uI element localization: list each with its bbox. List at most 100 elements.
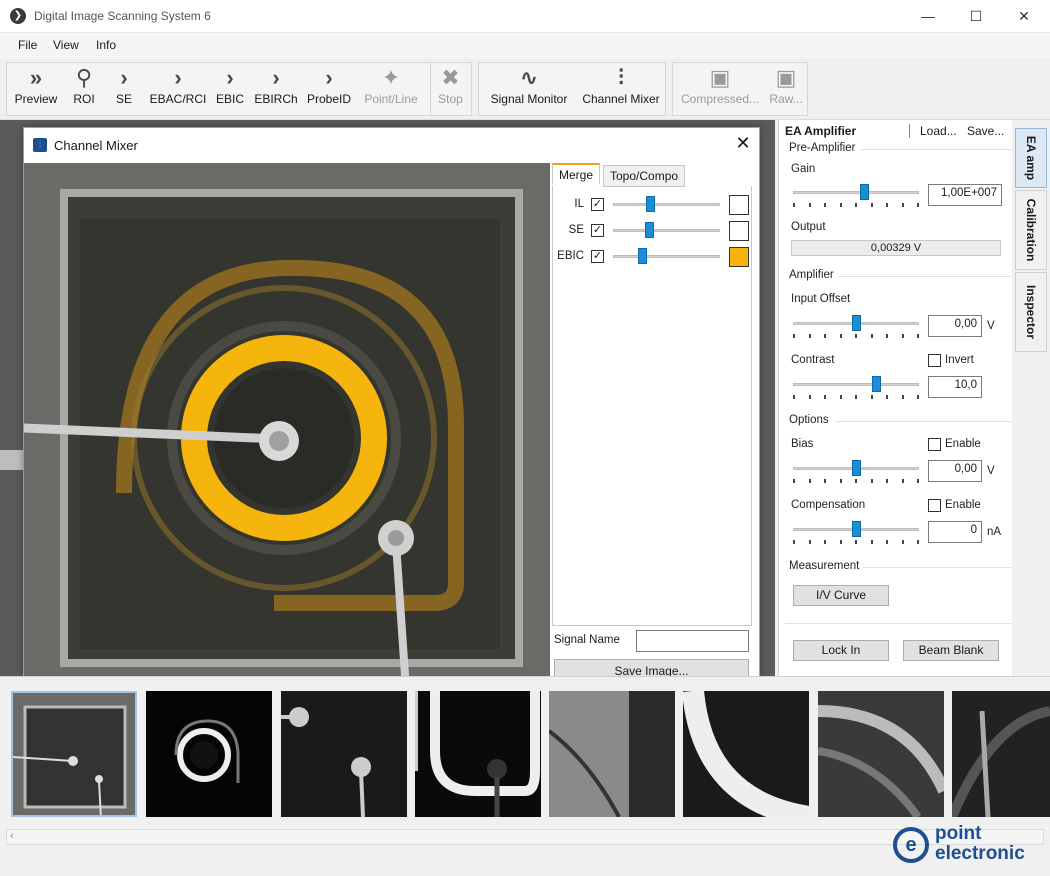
contrast-slider-thumb[interactable] [872,376,882,392]
invert-label: Invert [945,354,974,366]
channel-slider-il[interactable] [613,203,720,206]
stop-button[interactable]: ✖ Stop [430,62,470,116]
point-electronic-logo-icon: e [893,827,929,863]
side-tab-calibration[interactable]: Calibration [1015,190,1047,270]
channel-slider-thumb-ebic[interactable] [637,248,647,264]
chevron-icon: › [272,65,280,90]
lock-in-button[interactable]: Lock In [793,640,889,661]
input-offset-slider-thumb[interactable] [852,315,861,331]
close-button[interactable]: ✕ [1001,0,1047,32]
slider-tick [839,395,842,399]
thumbnail-item[interactable] [683,691,809,817]
bias-slider-thumb[interactable] [852,460,861,476]
channel-mixer-window: ⫶ Channel Mixer ✕ Merge Topo/Compo IL ✓ … [23,127,760,690]
slider-tick [886,479,888,483]
slider-tick [808,479,811,483]
channel-checkbox-se[interactable]: ✓ [591,224,604,237]
ebirch-button[interactable]: › EBIRCh [252,62,300,116]
bias-enable-checkbox[interactable] [928,438,941,451]
iv-curve-button[interactable]: I/V Curve [793,585,889,606]
section-divider [839,276,1011,277]
channel-color-ebic[interactable] [729,247,749,267]
menu-info[interactable]: Info [96,38,116,52]
signal-monitor-button[interactable]: ∿ Signal Monitor [484,62,574,116]
slider-tick [917,540,919,544]
gain-value-field[interactable]: 1,00E+007 [928,184,1002,206]
gain-label: Gain [791,163,816,175]
signal-name-input[interactable] [636,630,749,652]
channel-mixer-button[interactable]: ⫶ Channel Mixer [578,62,664,116]
thumbnail-item[interactable] [146,691,272,817]
channel-slider-thumb-il[interactable] [646,196,656,212]
bias-field[interactable]: 0,00 [928,460,982,482]
mixer-title: Channel Mixer [54,138,138,153]
channel-checkbox-ebic[interactable]: ✓ [591,250,604,263]
save-raw-button[interactable]: ▣ Raw... [766,62,806,116]
merged-preview-image[interactable] [24,163,550,690]
scroll-left-arrow-icon[interactable]: ‹ [10,830,14,842]
slider-tick [901,395,904,399]
thumbnail-item[interactable] [281,691,407,817]
compensation-field[interactable]: 0 [928,521,982,543]
side-tab-inspector[interactable]: Inspector [1015,272,1047,352]
app-icon: ❯ [10,8,26,24]
ebac-rci-button[interactable]: › EBAC/RCI [146,62,210,116]
channel-slider-thumb-se[interactable] [645,222,655,238]
channel-slider-se[interactable] [613,229,720,232]
section-divider [785,623,1011,624]
contrast-label: Contrast [791,354,835,366]
mixer-close-button[interactable]: ✕ [732,132,754,154]
save-compressed-button[interactable]: ▣ Compressed... [678,62,762,116]
invert-checkbox[interactable] [928,354,941,367]
bias-enable-label: Enable [945,438,981,450]
gain-slider[interactable] [793,191,919,194]
thumbnail-item[interactable] [415,691,541,817]
save-link[interactable]: Save... [967,124,1004,138]
slider-tick [917,479,919,483]
se-button[interactable]: › SE [106,62,142,116]
compensation-enable-checkbox[interactable] [928,499,941,512]
compensation-slider-thumb[interactable] [852,521,861,537]
slider-tick [886,540,888,544]
slider-tick [808,395,811,399]
load-link[interactable]: Load... [920,124,957,138]
tab-merge[interactable]: Merge [552,163,601,185]
horizontal-scrollbar[interactable]: ‹ [6,829,1044,845]
compensation-unit: nA [987,526,1002,538]
channel-slider-ebic[interactable] [613,255,720,258]
contrast-slider[interactable] [793,383,919,386]
contrast-field[interactable]: 10,0 [928,376,982,398]
bias-ticks [793,479,919,485]
slider-tick [824,395,826,399]
tab-topo-compo[interactable]: Topo/Compo [603,165,686,187]
channel-checkbox-il[interactable]: ✓ [591,198,604,211]
ea-amplifier-panel: EA Amplifier Load... Save... Pre-Amplifi… [778,120,1012,676]
slider-tick [870,395,873,399]
thumbnail-image [146,691,272,817]
point-line-button[interactable]: ✦ Point/Line [358,62,424,116]
beam-blank-button[interactable]: Beam Blank [903,640,999,661]
menu-file[interactable]: File [18,38,37,52]
roi-button[interactable]: ⚲ ROI [66,62,102,116]
thumbnail-item[interactable] [818,691,944,817]
thumbnail-item[interactable] [11,691,137,817]
ebic-button[interactable]: › EBIC [212,62,248,116]
side-tab-ea-amp[interactable]: EA amp [1015,128,1047,188]
thumbnail-item[interactable] [952,691,1050,817]
channel-color-il[interactable] [729,195,749,215]
channel-color-se[interactable] [729,221,749,241]
section-pre-amplifier: Pre-Amplifier [789,142,856,154]
thumbnail-item[interactable] [549,691,675,817]
preview-button[interactable]: » Preview [10,62,62,116]
gain-slider-thumb[interactable] [859,184,869,200]
thumbnail-image [952,691,1050,817]
input-offset-field[interactable]: 0,00 [928,315,982,337]
menu-view[interactable]: View [53,38,79,52]
slider-tick [808,540,811,544]
slider-tick [855,479,857,483]
minimize-button[interactable]: — [905,0,951,32]
slider-tick [917,395,919,399]
probeid-button[interactable]: › ProbeID [304,62,354,116]
maximize-button[interactable]: ☐ [953,0,999,32]
brand-line1: point [935,823,982,844]
